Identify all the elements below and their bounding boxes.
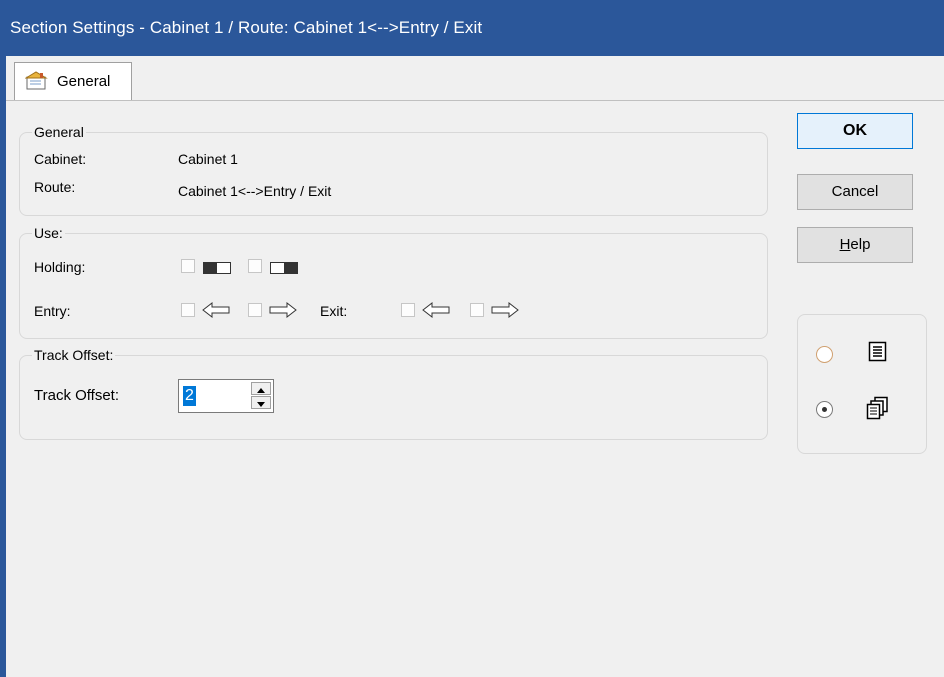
holding-left-icon: [203, 261, 231, 277]
holding-right-checkbox[interactable]: [248, 259, 262, 273]
spin-down-button[interactable]: [251, 396, 271, 409]
tab-panel-border: [6, 100, 944, 101]
help-button[interactable]: Help: [797, 227, 913, 263]
arrow-left-icon: [422, 301, 450, 321]
general-group: General: [19, 125, 768, 216]
exit-right-checkbox[interactable]: [470, 303, 484, 317]
holding-label: Holding:: [34, 259, 86, 275]
track-offset-group: Track Offset:: [19, 348, 768, 440]
tab-general-label: General: [57, 73, 111, 90]
view-options-group: [797, 314, 927, 454]
track-offset-label: Track Offset:: [34, 387, 120, 404]
help-mnemonic: H: [839, 236, 851, 253]
holding-right-icon: [270, 261, 298, 277]
tab-general[interactable]: General: [14, 62, 132, 100]
entry-left-checkbox[interactable]: [181, 303, 195, 317]
exit-label: Exit:: [320, 303, 348, 319]
entry-right-checkbox[interactable]: [248, 303, 262, 317]
spin-up-button[interactable]: [251, 382, 271, 395]
arrow-right-icon: [491, 301, 519, 321]
use-group-legend: Use:: [34, 225, 63, 241]
spinner-arrows: [251, 382, 271, 410]
multiple-pages-icon: [866, 396, 890, 423]
cabinet-value: Cabinet 1: [178, 151, 238, 167]
use-group: Use:: [19, 226, 768, 339]
cabinet-label: Cabinet:: [34, 151, 87, 167]
route-label: Route:: [34, 179, 76, 195]
window-title: Section Settings - Cabinet 1 / Route: Ca…: [10, 18, 483, 37]
track-offset-group-legend: Track Offset:: [34, 347, 114, 363]
cancel-button[interactable]: Cancel: [797, 174, 913, 210]
single-list-icon: [868, 341, 888, 366]
entry-label: Entry:: [34, 303, 71, 319]
help-label-rest: elp: [850, 236, 871, 253]
arrow-left-icon: [202, 301, 230, 321]
track-offset-input[interactable]: 2: [183, 386, 196, 406]
exit-left-checkbox[interactable]: [401, 303, 415, 317]
single-view-radio[interactable]: [816, 346, 833, 363]
multiple-view-radio[interactable]: [816, 401, 833, 418]
route-value: Cabinet 1<-->Entry / Exit: [178, 183, 332, 199]
track-offset-spinner[interactable]: 2: [178, 379, 274, 413]
window-frame-left: [0, 56, 6, 677]
general-group-legend: General: [34, 124, 84, 140]
title-bar: Section Settings - Cabinet 1 / Route: Ca…: [0, 0, 944, 56]
settings-sheet-icon: [24, 71, 49, 94]
ok-button[interactable]: OK: [797, 113, 913, 149]
holding-left-checkbox[interactable]: [181, 259, 195, 273]
arrow-right-icon: [269, 301, 297, 321]
